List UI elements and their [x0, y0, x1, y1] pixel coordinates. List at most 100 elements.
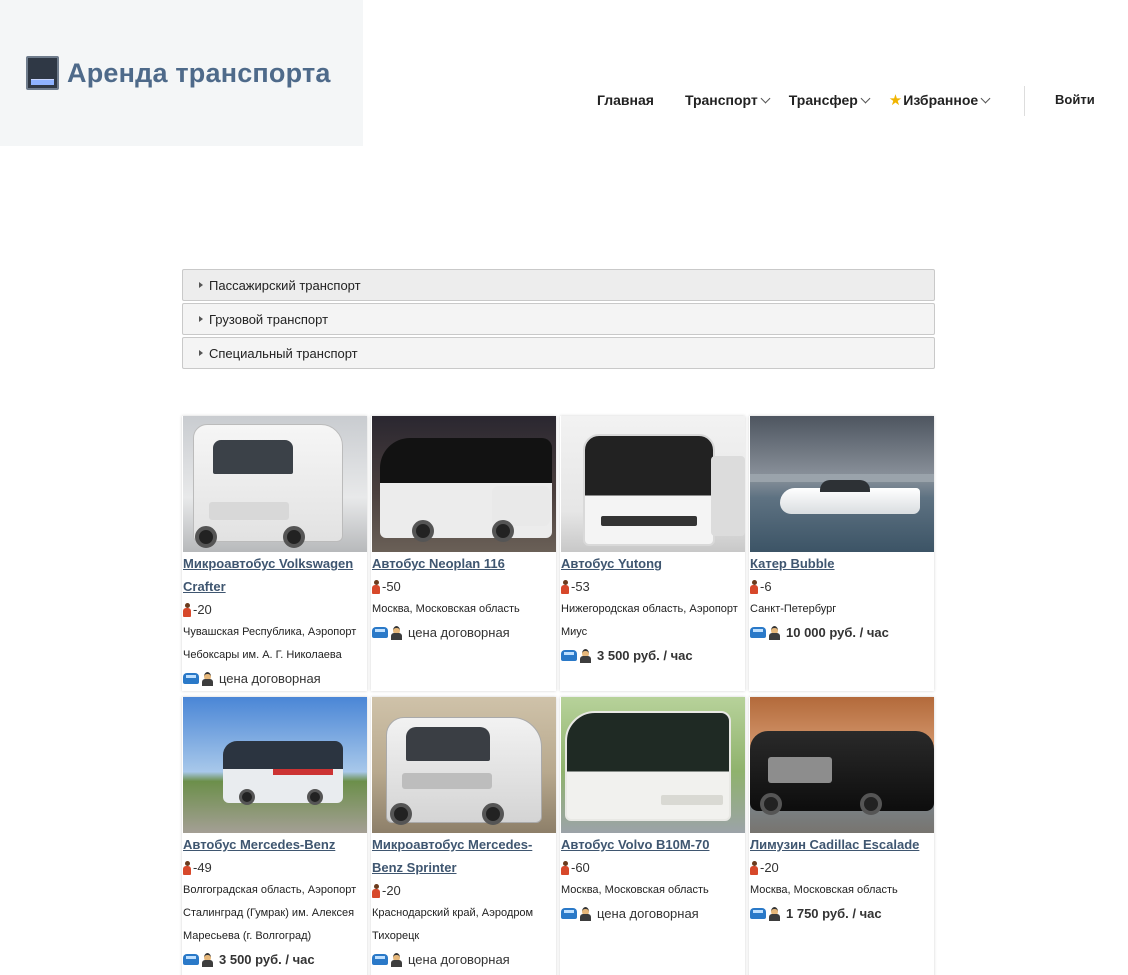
person-icon — [561, 579, 569, 594]
nav-divider — [1024, 86, 1025, 116]
seats-row: -20 — [750, 856, 934, 879]
login-link[interactable]: Войти — [1055, 92, 1095, 107]
car-icon — [372, 627, 388, 638]
driver-icon — [201, 952, 214, 967]
seats-row: -6 — [750, 575, 934, 598]
listings-grid: Микроавтобус Volkswagen Crafter -20 Чува… — [182, 416, 935, 975]
triangle-right-icon — [199, 316, 203, 322]
listing-image[interactable] — [561, 416, 745, 552]
listing-location: Москва, Московская область — [750, 884, 898, 896]
price-row: 1 750 руб. / час — [750, 902, 934, 925]
seats-row: -53 — [561, 575, 745, 598]
nav-item-transfer[interactable]: Трансфер — [789, 92, 871, 108]
price-value: 3 500 руб. / час — [597, 648, 693, 663]
nav-item-home[interactable]: Главная — [597, 92, 654, 108]
driver-icon — [768, 906, 781, 921]
listing-card: Автобус Neoplan 116 -50 Москва, Московск… — [371, 416, 556, 691]
listing-image[interactable] — [372, 697, 556, 833]
accordion-label: Пассажирский транспорт — [209, 277, 361, 293]
listing-card: Катер Bubble -6 Санкт-Петербург 10 000 р… — [749, 416, 934, 691]
listing-card: Лимузин Cadillac Escalade -20 Москва, Мо… — [749, 697, 934, 975]
nav-item-label: Транспорт — [684, 92, 758, 108]
triangle-right-icon — [199, 282, 203, 288]
site-title[interactable]: Аренда транспорта — [67, 58, 331, 89]
listing-location: Чувашская Республика, Аэропорт Чебоксары… — [183, 626, 357, 661]
driver-icon — [768, 625, 781, 640]
accordion-special-transport[interactable]: Специальный транспорт — [182, 337, 935, 369]
price-value: 3 500 руб. / час — [219, 952, 315, 967]
accordion-label: Специальный транспорт — [209, 345, 358, 361]
price-row: 3 500 руб. / час — [561, 644, 745, 667]
price-value: 10 000 руб. / час — [786, 625, 889, 640]
nav-item-favorites[interactable]: ★ Избранное — [888, 91, 991, 109]
listing-image[interactable] — [183, 416, 367, 552]
car-icon — [561, 908, 577, 919]
price-row: цена договорная — [372, 621, 556, 644]
driver-icon — [201, 671, 214, 686]
person-icon — [183, 860, 191, 875]
car-icon — [183, 673, 199, 684]
listing-title[interactable]: Автобус Volvo B10M-70 — [561, 833, 745, 856]
price-value: цена договорная — [219, 671, 321, 686]
driver-icon — [390, 625, 403, 640]
listing-title[interactable]: Микроавтобус Mercedes-Benz Sprinter — [372, 833, 556, 879]
star-icon: ★ — [888, 92, 903, 109]
price-value: 1 750 руб. / час — [786, 906, 882, 921]
listing-location: Санкт-Петербург — [750, 603, 837, 615]
price-row: цена договорная — [183, 667, 367, 690]
listing-title[interactable]: Автобус Neoplan 116 — [372, 552, 556, 575]
logo-block[interactable]: Аренда транспорта — [0, 0, 363, 146]
price-row: 10 000 руб. / час — [750, 621, 934, 644]
seats-value: -20 — [382, 883, 401, 898]
car-icon — [750, 908, 766, 919]
accordion-cargo-transport[interactable]: Грузовой транспорт — [182, 303, 935, 335]
car-icon — [372, 954, 388, 965]
main-nav: Главная Транспорт Трансфер ★ Избранное — [597, 91, 1009, 109]
listing-location: Нижегородская область, Аэропорт Миус — [561, 603, 738, 638]
driver-icon — [579, 648, 592, 663]
listing-title[interactable]: Микроавтобус Volkswagen Crafter — [183, 552, 367, 598]
listing-card: Автобус Mercedes-Benz -49 Волгоградская … — [182, 697, 367, 975]
person-icon — [372, 579, 380, 594]
seats-value: -20 — [760, 860, 779, 875]
listing-image[interactable] — [750, 697, 934, 833]
person-icon — [183, 602, 191, 617]
bus-monitor-icon — [26, 56, 59, 90]
listing-card: Автобус Volvo B10M-70 -60 Москва, Москов… — [560, 697, 745, 975]
price-value: цена договорная — [408, 625, 510, 640]
seats-row: -60 — [561, 856, 745, 879]
listing-location: Москва, Московская область — [561, 884, 709, 896]
listing-card: Микроавтобус Mercedes-Benz Sprinter -20 … — [371, 697, 556, 975]
price-row: цена договорная — [561, 902, 745, 925]
nav-item-label: Избранное — [903, 92, 979, 108]
price-value: цена договорная — [408, 952, 510, 967]
seats-row: -20 — [183, 598, 367, 621]
listing-image[interactable] — [183, 697, 367, 833]
listing-image[interactable] — [372, 416, 556, 552]
listing-image[interactable] — [750, 416, 934, 552]
chevron-down-icon — [760, 93, 771, 103]
car-icon — [750, 627, 766, 638]
person-icon — [372, 883, 380, 898]
listing-title[interactable]: Автобус Mercedes-Benz — [183, 833, 367, 856]
accordion-label: Грузовой транспорт — [209, 311, 329, 327]
seats-value: -53 — [571, 579, 590, 594]
seats-value: -60 — [571, 860, 590, 875]
seats-row: -20 — [372, 879, 556, 902]
driver-icon — [390, 952, 403, 967]
accordion-passenger-transport[interactable]: Пассажирский транспорт — [182, 269, 935, 301]
listing-title[interactable]: Лимузин Cadillac Escalade — [750, 833, 934, 856]
seats-value: -20 — [193, 602, 212, 617]
price-row: цена договорная — [372, 948, 556, 971]
chevron-down-icon — [980, 93, 991, 103]
nav-item-transport[interactable]: Транспорт — [684, 92, 771, 108]
person-icon — [750, 579, 758, 594]
listing-location: Москва, Московская область — [372, 603, 520, 615]
car-icon — [561, 650, 577, 661]
price-row: 3 500 руб. / час — [183, 948, 367, 971]
listing-title[interactable]: Автобус Yutong — [561, 552, 745, 575]
price-value: цена договорная — [597, 906, 699, 921]
listing-title[interactable]: Катер Bubble — [750, 552, 934, 575]
listing-image[interactable] — [561, 697, 745, 833]
seats-value: -6 — [760, 579, 772, 594]
